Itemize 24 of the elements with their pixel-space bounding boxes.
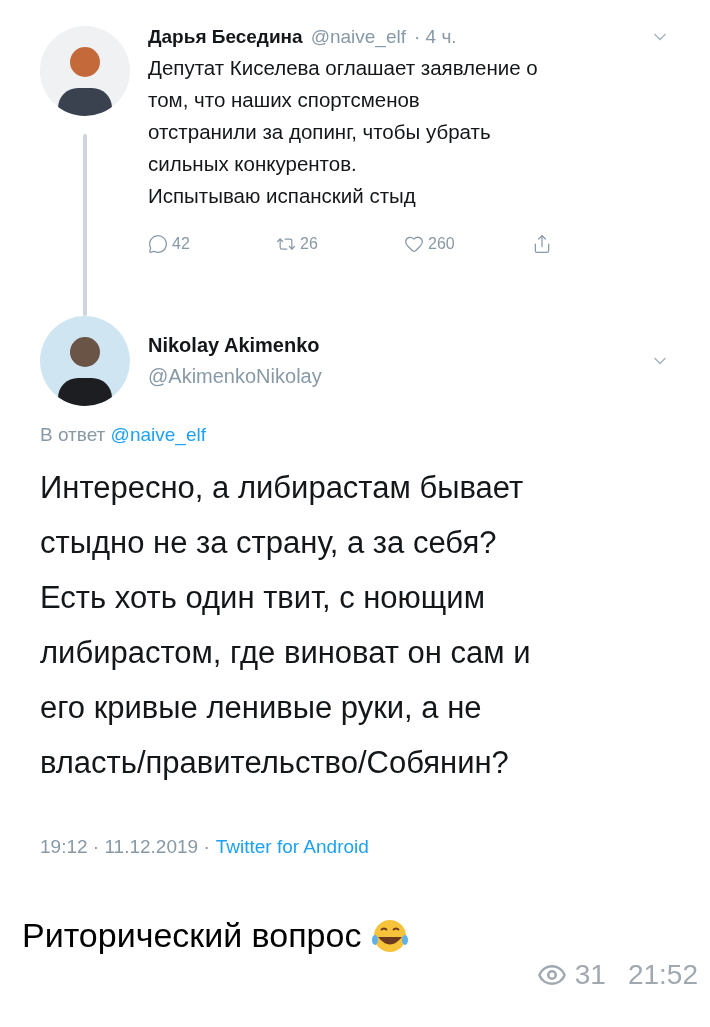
reply-icon xyxy=(148,234,168,254)
author-name: Nikolay Akimenko xyxy=(148,334,321,357)
view-count: 31 xyxy=(574,959,606,991)
reply-button[interactable]: 42 xyxy=(148,234,276,254)
laughing-emoji-icon xyxy=(371,917,410,954)
reply-line: В ответ @naive_elf xyxy=(40,424,207,446)
count: 42 xyxy=(172,235,190,253)
tweet-text: Интересно, а либирастам бывает стыдно не за страну, а за себя? Есть хоть один твит, с ноющим либирастом, где виноват он сам и его кривые ленивые руки, а не власть/правительство/Собянин? xyxy=(40,469,532,782)
author-handle: @AkimenkoNikolay xyxy=(148,365,323,388)
mention-link[interactable]: @naive_elf xyxy=(110,424,206,445)
retweet-button[interactable]: 26 xyxy=(276,234,404,254)
message-caption: Риторический вопрос xyxy=(22,916,362,955)
tweet-timestamp: 19:12 · 11.12.2019 · xyxy=(40,836,210,858)
count: 260 xyxy=(428,235,455,253)
like-button[interactable]: 260 xyxy=(404,234,532,254)
heart-icon xyxy=(404,234,424,254)
author-name: Дарья Беседина xyxy=(148,26,303,48)
source-link[interactable]: Twitter for Android xyxy=(215,836,369,858)
message-time: 21:52 xyxy=(627,959,698,991)
share-icon xyxy=(532,234,552,254)
author-handle: @naive_elf xyxy=(310,26,406,48)
count: 26 xyxy=(300,235,318,253)
tweet-time: · 4 ч. xyxy=(414,26,457,48)
tweet-text: Депутат Киселева оглашает заявление о том, что наших спортсменов отстранили за допинг, чтобы убрать сильных конкурентов. Испытываю испанский стыд xyxy=(148,55,539,209)
